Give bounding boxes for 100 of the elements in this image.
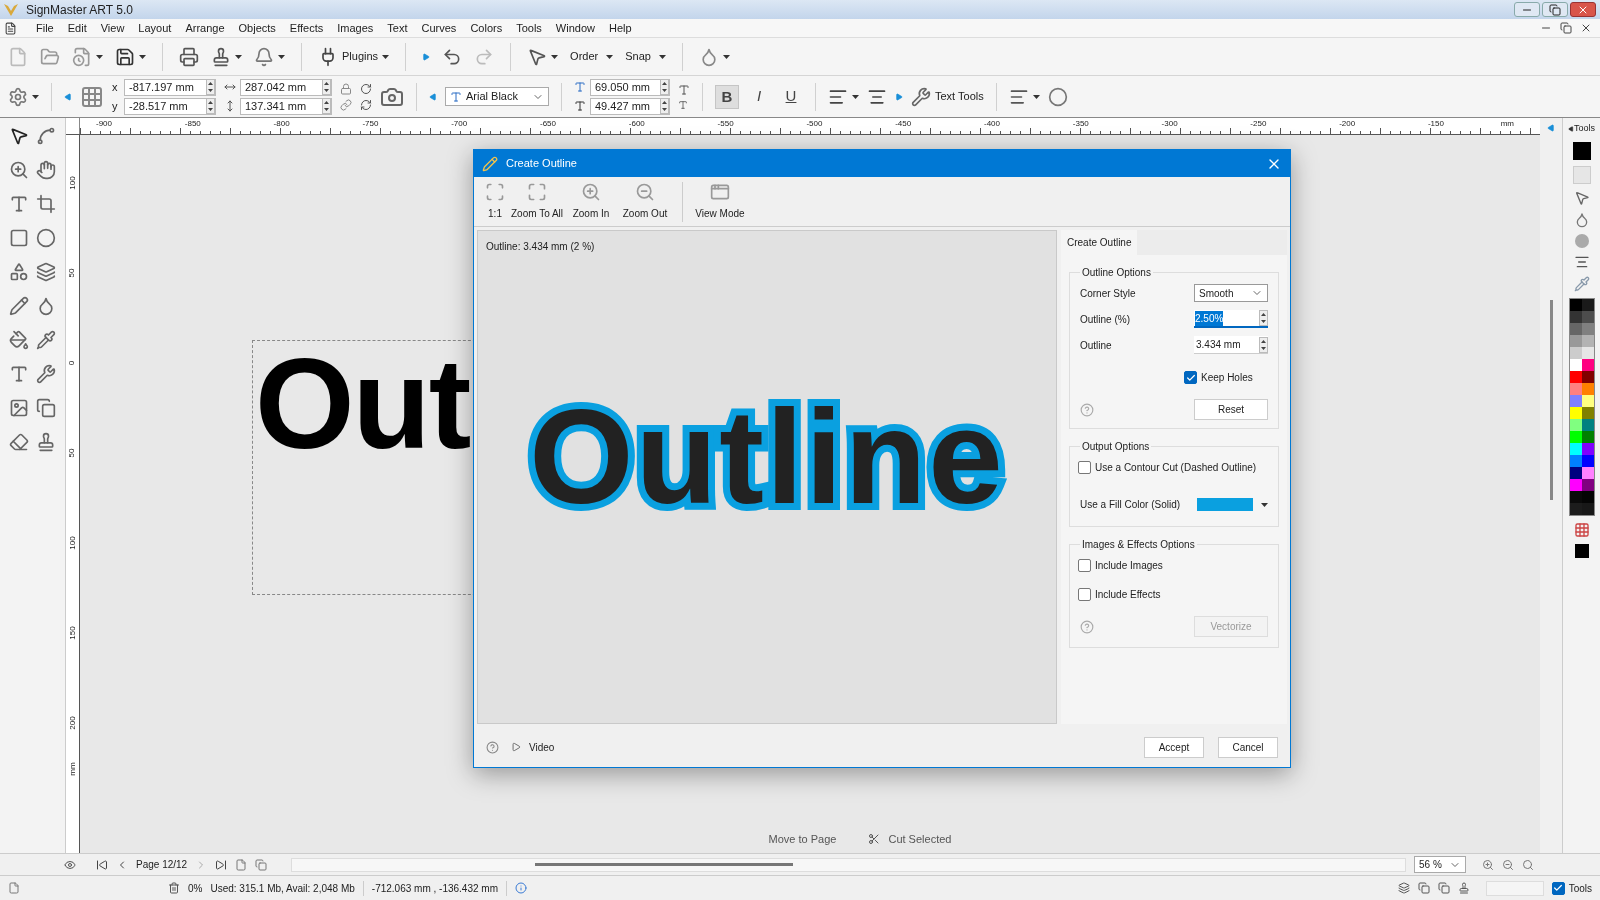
minimize-button[interactable] (1514, 2, 1540, 17)
stamp-icon[interactable] (211, 46, 231, 67)
layers-icon[interactable] (35, 262, 56, 282)
grow-font-icon[interactable] (678, 83, 690, 96)
copy-page-icon[interactable] (255, 858, 268, 871)
width-field[interactable]: 287.042 mm (240, 78, 332, 96)
font-size-field[interactable]: 69.050 mm (590, 78, 670, 96)
menu-item[interactable]: Images (330, 19, 381, 37)
printer-icon[interactable] (179, 46, 199, 67)
spinner-icon[interactable] (1259, 310, 1268, 326)
restore-icon[interactable] (1560, 22, 1572, 34)
zoom-icon[interactable] (9, 160, 30, 180)
fill-swatch[interactable] (1572, 141, 1591, 160)
plugins-button[interactable]: Plugins (318, 46, 390, 67)
refresh-icon[interactable] (360, 98, 372, 111)
menu-item[interactable]: Layout (131, 19, 179, 37)
scrollbar-thumb[interactable] (1549, 300, 1553, 500)
canvas-text[interactable]: Out (255, 340, 470, 468)
outline-field[interactable]: 3.434 mm (1194, 336, 1268, 354)
include-effects-label[interactable]: Include Effects (1095, 587, 1161, 602)
info-icon[interactable] (515, 882, 527, 894)
pencil-icon[interactable] (9, 296, 30, 316)
scrollbar-thumb[interactable] (535, 863, 794, 866)
checkbox[interactable] (1551, 881, 1565, 895)
link-icon[interactable] (340, 98, 352, 111)
spinner-icon[interactable] (322, 79, 331, 95)
play-icon[interactable] (429, 92, 437, 101)
copy-icon[interactable] (1417, 882, 1430, 894)
line-height-field[interactable]: 49.427 mm (590, 97, 670, 115)
zoom-in-icon[interactable] (1482, 858, 1495, 871)
add-page-icon[interactable] (235, 858, 248, 871)
ellipse-icon[interactable] (35, 228, 56, 248)
folder-icon[interactable] (40, 46, 60, 67)
format-button[interactable]: U (779, 84, 803, 109)
toolbar-button[interactable]: Zoom Out (620, 182, 670, 221)
copy-icon[interactable] (35, 398, 56, 418)
toolbar-button[interactable]: Zoom In (566, 182, 616, 221)
reset-button[interactable]: Reset (1194, 399, 1268, 420)
circle-nodes-icon[interactable] (1047, 86, 1068, 107)
copy-icon[interactable] (1437, 882, 1450, 894)
search-icon[interactable] (1522, 858, 1535, 871)
keep-holes-label[interactable]: Keep Holes (1201, 370, 1253, 385)
checkbox[interactable] (1078, 559, 1091, 572)
first-page-icon[interactable] (96, 858, 108, 871)
spinner-icon[interactable] (206, 79, 215, 95)
toolbar-button[interactable]: View Mode (695, 182, 745, 221)
play-icon[interactable] (895, 92, 903, 101)
help-icon[interactable] (486, 740, 499, 754)
wrench-icon[interactable] (35, 364, 56, 384)
lock-icon[interactable] (340, 82, 352, 95)
outline-percent-field[interactable]: 2.50% (1194, 310, 1268, 328)
format-button[interactable]: B (715, 84, 739, 109)
spinner-icon[interactable] (206, 98, 215, 114)
y-field[interactable]: -28.517 mm (124, 97, 216, 115)
scissors-icon[interactable] (868, 832, 881, 845)
text-tools-button[interactable]: Text Tools (911, 86, 984, 107)
tools-tab[interactable]: Tools (1574, 122, 1595, 136)
node-tool-icon[interactable] (35, 126, 56, 146)
settings-icon[interactable] (8, 86, 28, 107)
document-icon[interactable] (4, 21, 17, 35)
snap-button[interactable]: Snap (625, 48, 666, 65)
menu-item[interactable]: Tools (509, 19, 549, 37)
rectangle-icon[interactable] (9, 228, 30, 248)
pipette-icon[interactable] (35, 330, 56, 350)
menu-item[interactable]: Window (548, 19, 602, 37)
format-button[interactable]: I (747, 84, 771, 109)
cut-selected-label[interactable]: Cut Selected (888, 830, 952, 847)
menu-item[interactable]: View (93, 19, 132, 37)
spinner-icon[interactable] (1259, 336, 1268, 353)
save-icon[interactable] (115, 46, 135, 67)
text-frame-icon[interactable] (35, 194, 56, 214)
toolbar-button[interactable]: 1:1 (482, 182, 508, 221)
anchor-grid-icon[interactable] (80, 84, 104, 109)
menu-item[interactable]: Objects (231, 19, 283, 37)
menu-item[interactable]: Edit (60, 19, 94, 37)
close-button[interactable] (1570, 2, 1596, 17)
font-select[interactable]: Arial Black (445, 87, 549, 106)
menu-item[interactable]: Effects (282, 19, 331, 37)
restore-button[interactable] (1542, 2, 1568, 17)
recent-file-icon[interactable] (72, 46, 92, 67)
spinner-icon[interactable] (660, 98, 669, 114)
height-field[interactable]: 137.341 mm (240, 97, 332, 115)
eraser-icon[interactable] (9, 432, 30, 452)
include-images-label[interactable]: Include Images (1095, 558, 1163, 573)
rotate-icon[interactable] (360, 82, 372, 95)
cancel-button[interactable]: Cancel (1218, 736, 1278, 758)
spinner-icon[interactable] (660, 79, 669, 95)
hand-icon[interactable] (35, 160, 56, 180)
video-button[interactable]: Video (511, 739, 555, 755)
stroke-swatch[interactable] (1572, 165, 1591, 184)
last-page-icon[interactable] (215, 858, 228, 871)
eye-icon[interactable] (64, 858, 76, 871)
current-color-swatch[interactable] (1574, 543, 1589, 558)
layers-icon[interactable] (1397, 882, 1410, 894)
stamp-icon[interactable] (1457, 882, 1470, 894)
menu-item[interactable]: Curves (414, 19, 464, 37)
page-icon[interactable] (8, 882, 20, 894)
trash-icon[interactable] (168, 882, 180, 894)
toolbar-button[interactable]: Zoom To All (512, 182, 562, 221)
accept-button[interactable]: Accept (1144, 736, 1204, 758)
